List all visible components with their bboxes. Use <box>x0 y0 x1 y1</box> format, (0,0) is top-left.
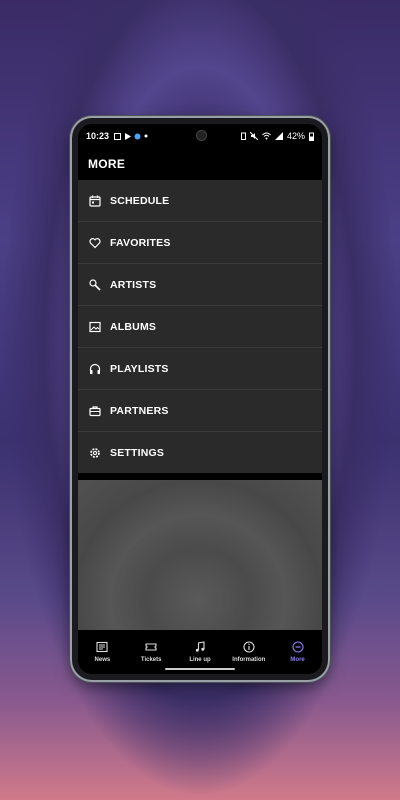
tab-label: Line up <box>189 657 211 663</box>
home-indicator[interactable] <box>165 668 235 670</box>
system-icons: 42% <box>240 131 314 141</box>
battery-icon <box>309 132 314 141</box>
menu-item-label: PLAYLISTS <box>110 362 169 375</box>
mute-icon <box>249 132 258 140</box>
status-time: 10:23 <box>86 131 110 141</box>
more-icon <box>292 641 304 653</box>
tab-more[interactable]: More <box>273 630 322 674</box>
page-title: MORE <box>88 157 126 171</box>
menu-item-playlists[interactable]: PLAYLISTS <box>78 348 322 390</box>
shield-icon <box>134 133 141 140</box>
battery-saver-icon <box>240 132 246 140</box>
bottom-tab-bar: News Tickets Line up Information More <box>78 630 322 674</box>
image-icon <box>88 320 101 333</box>
gallery-icon <box>114 132 122 140</box>
tab-label: More <box>290 657 305 663</box>
tab-label: Tickets <box>140 657 162 663</box>
tab-news[interactable]: News <box>78 630 127 674</box>
headphones-icon <box>88 362 101 375</box>
gear-icon <box>88 446 101 459</box>
dot-icon <box>144 134 148 138</box>
menu-item-albums[interactable]: ALBUMS <box>78 306 322 348</box>
menu-item-label: PARTNERS <box>110 404 169 417</box>
empty-content-area <box>78 480 322 630</box>
tab-label: Information <box>232 657 266 663</box>
microphone-icon <box>88 278 101 291</box>
menu-item-favorites[interactable]: FAVORITES <box>78 222 322 264</box>
tab-label: News <box>94 657 111 663</box>
heart-icon <box>88 236 101 249</box>
wifi-icon <box>262 132 271 140</box>
battery-percent: 42% <box>286 131 305 141</box>
briefcase-icon <box>88 404 101 417</box>
status-bar: 10:23 42% <box>78 124 322 148</box>
menu-item-settings[interactable]: SETTINGS <box>78 432 322 473</box>
notification-icons <box>114 132 148 140</box>
menu-item-partners[interactable]: PARTNERS <box>78 390 322 432</box>
front-camera <box>196 130 207 141</box>
phone-frame: 10:23 42% MORE SCHEDULE FAVORITES ARTIST… <box>72 118 328 680</box>
play-store-icon <box>124 132 132 140</box>
menu-item-label: FAVORITES <box>110 236 171 249</box>
screen: 10:23 42% MORE SCHEDULE FAVORITES ARTIST… <box>78 124 322 674</box>
more-menu: SCHEDULE FAVORITES ARTISTS ALBUMS PLAYLI… <box>78 180 322 473</box>
info-icon <box>243 641 255 653</box>
menu-item-label: ALBUMS <box>110 320 157 333</box>
menu-item-label: SETTINGS <box>110 446 165 459</box>
ticket-icon <box>145 641 157 653</box>
music-note-icon <box>194 641 206 653</box>
menu-item-label: SCHEDULE <box>110 194 170 207</box>
menu-item-artists[interactable]: ARTISTS <box>78 264 322 306</box>
menu-item-label: ARTISTS <box>110 278 157 291</box>
calendar-icon <box>88 194 101 207</box>
signal-icon <box>274 132 283 140</box>
menu-item-schedule[interactable]: SCHEDULE <box>78 180 322 222</box>
news-icon <box>96 641 108 653</box>
page-header: MORE <box>78 148 322 180</box>
